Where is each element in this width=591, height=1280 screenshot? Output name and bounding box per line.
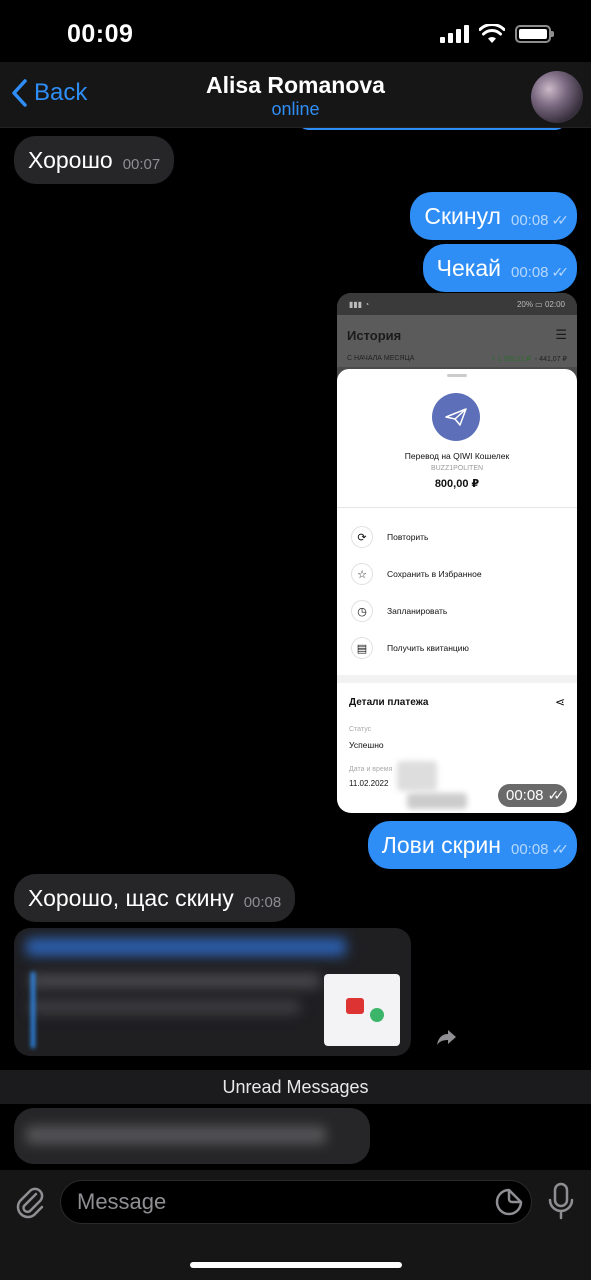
message-text: Чекай: [436, 254, 501, 281]
censor-blur: [30, 974, 320, 988]
wifi-icon: [479, 24, 505, 43]
clock-icon: ◷: [351, 600, 373, 622]
message-meta: 00:08: [244, 894, 282, 911]
message-time: 00:08: [505, 787, 544, 804]
action-label: Получить квитанцию: [387, 643, 469, 653]
message-meta: 00:08 ✓✓: [510, 211, 570, 229]
image-message[interactable]: ▮▮▮ ◔ 20% ▭ 02:00 История ☰ С НАЧАЛА МЕС…: [337, 293, 577, 813]
sticker-icon[interactable]: [494, 1187, 524, 1217]
censor-blur: [26, 1126, 326, 1144]
message-time: 00:07: [122, 155, 161, 173]
message-bubble[interactable]: Хорошо 00:07: [14, 136, 175, 184]
avatar[interactable]: [531, 71, 583, 123]
preview-thumbnail: [324, 974, 400, 1046]
message-input[interactable]: [60, 1180, 532, 1224]
refresh-icon: ⟳: [351, 526, 373, 548]
receipt-icon: ▤: [351, 637, 373, 659]
thumb-red-tile: [346, 998, 364, 1014]
status-value: Успешно: [349, 740, 384, 750]
status-bar: 00:09: [0, 0, 591, 62]
status-time: 00:09: [67, 20, 134, 48]
image-meta: 00:08 ✓✓: [497, 784, 567, 807]
phone-battery: 20%: [516, 299, 533, 309]
phone-signal-icon: ▮▮▮ ◔: [349, 299, 370, 309]
quote-bar: [31, 972, 35, 1048]
message-time: 00:08: [510, 211, 549, 229]
action-favorite: ☆ Сохранить в Избранное: [351, 563, 482, 585]
action-label: Повторить: [387, 532, 429, 542]
double-check-icon: ✓✓: [551, 211, 570, 228]
double-check-icon: ✓✓: [551, 840, 570, 857]
message-meta: 00:08 ✓✓: [510, 263, 570, 281]
message-text: Хорошо, щас скину: [28, 884, 234, 911]
thumb-green-badge: [370, 1008, 384, 1022]
period-summary: С НАЧАЛА МЕСЯЦА + 1 209,22 ₽ - 441,07 ₽: [337, 355, 577, 367]
history-title: История: [347, 327, 402, 343]
amount-value: 800,00 ₽: [434, 478, 480, 490]
message-text: Скинул: [424, 202, 501, 229]
forward-icon[interactable]: [432, 1022, 462, 1052]
blurred-link-preview[interactable]: [14, 928, 411, 1056]
recipient-name: BUZZ1POLITEN: [430, 465, 484, 472]
message-text: Хорошо: [28, 146, 113, 173]
blurred-message[interactable]: [14, 1108, 370, 1164]
contact-name[interactable]: Alisa Romanova: [0, 72, 591, 99]
message-meta: 00:07: [123, 156, 161, 173]
status-icons: [440, 24, 554, 44]
transfer-title: Перевод на QIWI Кошелек: [404, 451, 510, 461]
action-label: Сохранить в Избранное: [387, 569, 482, 579]
censor-blur: [30, 1000, 300, 1014]
message-composer: [0, 1170, 591, 1280]
censor-blur: [26, 938, 346, 956]
payment-sheet: Перевод на QIWI Кошелек BUZZ1POLITEN 800…: [337, 369, 577, 813]
microphone-icon[interactable]: [546, 1182, 576, 1222]
previous-message-edge: [297, 128, 567, 130]
share-icon: ⋖: [554, 695, 565, 709]
double-check-icon: ✓✓: [551, 263, 570, 280]
unread-separator: Unread Messages: [0, 1070, 591, 1104]
sheet-handle: [447, 374, 467, 377]
contact-status: online: [271, 99, 320, 119]
message-bubble[interactable]: Хорошо, щас скину 00:08: [14, 874, 296, 922]
details-title: Детали платежа: [349, 697, 429, 708]
censor-blur: [407, 793, 467, 809]
message-time: 00:08: [510, 263, 549, 281]
star-icon: ☆: [351, 563, 373, 585]
history-header: История ☰: [337, 315, 577, 355]
phone-status-bar: ▮▮▮ ◔ 20% ▭ 02:00: [337, 293, 577, 315]
status-label: Статус: [349, 726, 372, 733]
message-bubble[interactable]: Скинул 00:08 ✓✓: [410, 192, 577, 240]
section-gap: [337, 675, 577, 683]
battery-icon: [515, 25, 554, 43]
paperclip-icon[interactable]: [12, 1184, 48, 1220]
action-repeat: ⟳ Повторить: [351, 526, 429, 548]
chat-header: Back Alisa Romanova online: [0, 62, 591, 128]
divider: [337, 507, 577, 508]
message-bubble[interactable]: Чекай 00:08 ✓✓: [422, 244, 577, 292]
period-label: С НАЧАЛА МЕСЯЦА: [347, 355, 415, 362]
date-value: 11.02.2022: [349, 779, 389, 788]
message-time: 00:08: [243, 893, 282, 911]
phone-time: 02:00: [544, 299, 565, 309]
action-receipt: ▤ Получить квитанцию: [351, 637, 469, 659]
action-label: Запланировать: [387, 606, 448, 616]
double-check-icon: ✓✓: [547, 787, 566, 803]
date-label: Дата и время: [349, 766, 393, 773]
message-time: 00:08: [510, 840, 549, 858]
expense-value: - 441,07 ₽: [534, 356, 567, 363]
filter-icon: ☰: [555, 327, 567, 342]
cellular-signal-icon: [440, 25, 469, 43]
censor-blur: [397, 761, 437, 791]
message-list[interactable]: Хорошо 00:07 Скинул 00:08 ✓✓ Чекай 00:08…: [0, 128, 591, 1170]
message-bubble[interactable]: Лови скрин 00:08 ✓✓: [367, 821, 577, 869]
home-indicator: [190, 1262, 402, 1268]
send-plane-icon: [432, 393, 480, 441]
message-meta: 00:08 ✓✓: [510, 840, 570, 858]
income-value: + 1 209,22 ₽: [491, 356, 532, 363]
action-schedule: ◷ Запланировать: [351, 600, 447, 622]
message-text: Лови скрин: [381, 831, 501, 858]
